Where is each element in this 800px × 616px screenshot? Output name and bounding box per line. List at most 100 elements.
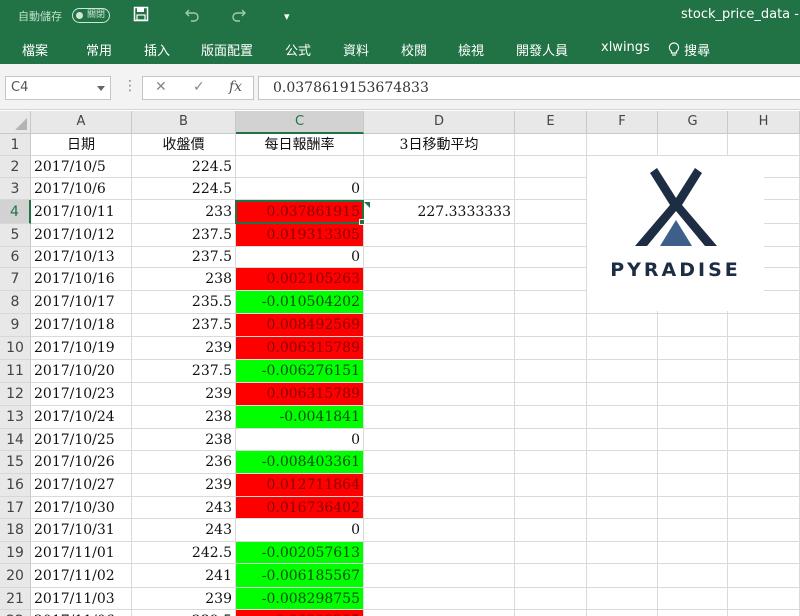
cell-c7[interactable]: 0.002105263	[236, 268, 364, 290]
cell-c5[interactable]: 0.019313305	[236, 224, 364, 246]
cell-b15[interactable]: 236	[132, 451, 236, 473]
cell-e19[interactable]	[515, 542, 587, 563]
cell-b20[interactable]: 241	[132, 564, 236, 587]
cell-e17[interactable]	[515, 497, 587, 518]
cell-e10[interactable]	[515, 337, 587, 359]
cell-g20[interactable]	[658, 564, 728, 587]
cell-b2[interactable]: 224.5	[132, 156, 236, 177]
cell-g10[interactable]	[658, 337, 728, 359]
row-header-11[interactable]: 11	[0, 360, 31, 383]
cell-h14[interactable]	[728, 429, 800, 450]
cell-b4[interactable]: 233	[132, 200, 236, 223]
cell-b3[interactable]: 224.5	[132, 178, 236, 199]
cell-a3[interactable]: 2017/10/6	[31, 178, 132, 199]
cell-h12[interactable]	[728, 383, 800, 405]
undo-icon[interactable]	[184, 6, 200, 26]
cell-d17[interactable]	[364, 497, 515, 518]
cell-e18[interactable]	[515, 519, 587, 541]
cell-b17[interactable]: 243	[132, 497, 236, 518]
column-header-e[interactable]: E	[515, 111, 587, 134]
column-header-g[interactable]: G	[658, 111, 728, 134]
tab-page-layout[interactable]: 版面配置	[201, 40, 253, 59]
cell-a7[interactable]: 2017/10/16	[31, 268, 132, 290]
cell-c17[interactable]: 0.016736402	[236, 497, 364, 518]
cell-e11[interactable]	[515, 360, 587, 382]
cell-f10[interactable]	[587, 337, 658, 359]
cell-h22[interactable]	[728, 610, 800, 616]
cell-e6[interactable]	[515, 247, 587, 267]
row-header-13[interactable]: 13	[0, 406, 31, 429]
cell-h16[interactable]	[728, 474, 800, 496]
cell-e9[interactable]	[515, 314, 587, 336]
cell-a21[interactable]: 2017/11/03	[31, 588, 132, 609]
cell-h13[interactable]	[728, 406, 800, 428]
row-header-18[interactable]: 18	[0, 519, 31, 542]
cell-h10[interactable]	[728, 337, 800, 359]
name-box[interactable]: C4	[5, 76, 111, 100]
cell-d21[interactable]	[364, 588, 515, 609]
cell-e13[interactable]	[515, 406, 587, 428]
cell-b8[interactable]: 235.5	[132, 291, 236, 313]
cell-f9[interactable]	[587, 314, 658, 336]
cell-d7[interactable]	[364, 268, 515, 290]
cell-f11[interactable]	[587, 360, 658, 382]
cell-f1[interactable]	[587, 134, 658, 155]
column-header-c[interactable]: C	[236, 111, 364, 134]
cell-h9[interactable]	[728, 314, 800, 336]
cell-a6[interactable]: 2017/10/13	[31, 247, 132, 267]
cell-e22[interactable]	[515, 610, 587, 616]
tab-formulas[interactable]: 公式	[285, 40, 311, 59]
cell-d15[interactable]	[364, 451, 515, 473]
cell-h20[interactable]	[728, 564, 800, 587]
cell-d18[interactable]	[364, 519, 515, 541]
cell-c11[interactable]: -0.006276151	[236, 360, 364, 382]
cell-g22[interactable]	[658, 610, 728, 616]
cell-g21[interactable]	[658, 588, 728, 609]
cell-d6[interactable]	[364, 247, 515, 267]
cell-c10[interactable]: 0.006315789	[236, 337, 364, 359]
cell-c13[interactable]: -0.0041841	[236, 406, 364, 428]
cell-d22[interactable]	[364, 610, 515, 616]
cell-e1[interactable]	[515, 134, 587, 155]
cell-a1[interactable]: 日期	[31, 134, 132, 155]
cell-a14[interactable]: 2017/10/25	[31, 429, 132, 450]
cell-c3[interactable]: 0	[236, 178, 364, 199]
cell-g14[interactable]	[658, 429, 728, 450]
cell-h15[interactable]	[728, 451, 800, 473]
cell-g15[interactable]	[658, 451, 728, 473]
row-header-14[interactable]: 14	[0, 429, 31, 451]
cell-c4[interactable]: 0.037861915	[236, 200, 364, 223]
tab-insert[interactable]: 插入	[144, 40, 170, 59]
cell-h19[interactable]	[728, 542, 800, 563]
cell-g19[interactable]	[658, 542, 728, 563]
cell-e5[interactable]	[515, 224, 587, 246]
cell-a4[interactable]: 2017/10/11	[31, 200, 132, 223]
cell-c18[interactable]: 0	[236, 519, 364, 541]
cell-d13[interactable]	[364, 406, 515, 428]
more-options-icon[interactable]: ⋮	[123, 78, 137, 94]
cell-h17[interactable]	[728, 497, 800, 518]
formula-input[interactable]: 0.0378619153674833	[258, 76, 800, 100]
column-header-d[interactable]: D	[364, 111, 515, 134]
cell-c1[interactable]: 每日報酬率	[236, 134, 364, 155]
row-header-10[interactable]: 10	[0, 337, 31, 360]
row-header-8[interactable]: 8	[0, 291, 31, 314]
column-header-b[interactable]: B	[132, 111, 236, 134]
insert-function-icon[interactable]: fx	[229, 79, 242, 95]
select-all-button[interactable]	[0, 111, 31, 134]
cell-e2[interactable]	[515, 156, 587, 177]
cell-g13[interactable]	[658, 406, 728, 428]
column-header-h[interactable]: H	[728, 111, 800, 134]
cell-d20[interactable]	[364, 564, 515, 587]
tab-home[interactable]: 常用	[86, 40, 112, 59]
cell-e8[interactable]	[515, 291, 587, 313]
row-header-21[interactable]: 21	[0, 588, 31, 610]
cell-f18[interactable]	[587, 519, 658, 541]
cell-e15[interactable]	[515, 451, 587, 473]
cell-f21[interactable]	[587, 588, 658, 609]
cell-h11[interactable]	[728, 360, 800, 382]
cell-c20[interactable]: -0.006185567	[236, 564, 364, 587]
cell-a8[interactable]: 2017/10/17	[31, 291, 132, 313]
cell-d10[interactable]	[364, 337, 515, 359]
cell-c8[interactable]: -0.010504202	[236, 291, 364, 313]
